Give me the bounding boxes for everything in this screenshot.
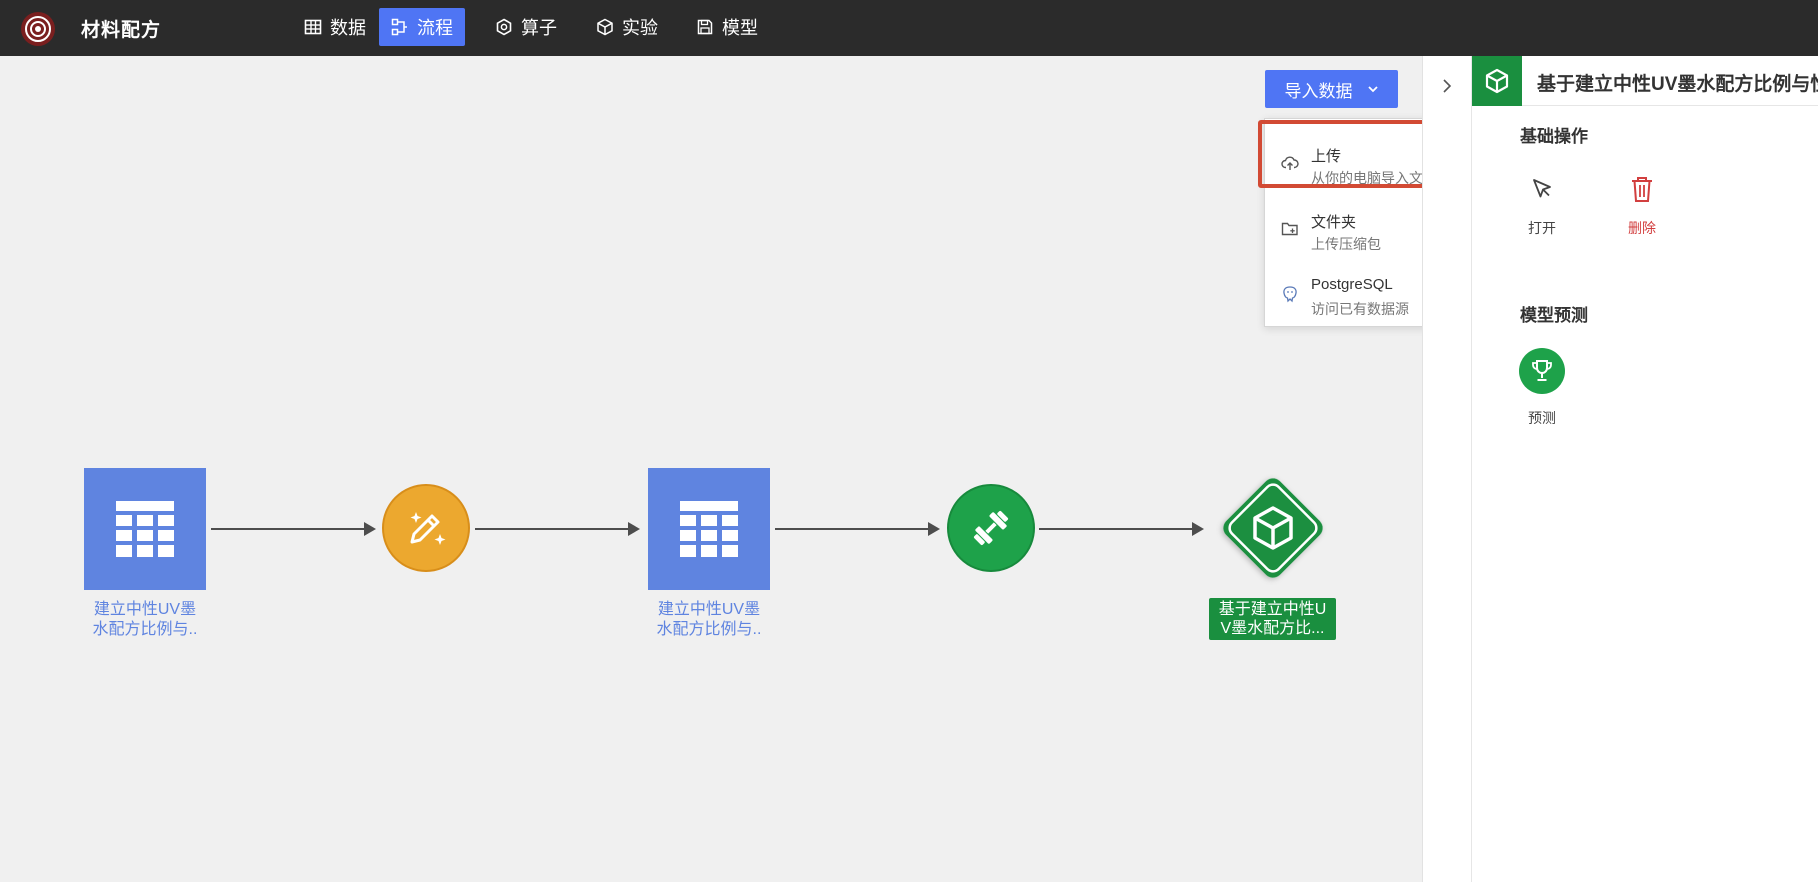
predict-button[interactable]: 预测 [1512, 348, 1572, 428]
open-button[interactable]: 打开 [1512, 174, 1572, 238]
flow-node-dataset-1[interactable] [84, 468, 206, 590]
dumbbell-icon [973, 510, 1009, 546]
flow-icon [391, 18, 407, 36]
open-label: 打开 [1528, 220, 1556, 236]
nav-item-label: 数据 [330, 18, 366, 38]
nav-item-experiment[interactable]: 实验 [584, 8, 670, 46]
panel-collapse-rail [1422, 56, 1472, 882]
menu-item-sublabel: 上传压缩包 [1311, 236, 1381, 252]
nav-item-label: 模型 [722, 18, 758, 38]
panel-title: 基于建立中性UV墨水配方比例与性 [1537, 74, 1818, 95]
nav-item-operator[interactable]: 算子 [483, 8, 569, 46]
trash-icon [1632, 177, 1652, 202]
section-title-basic: 基础操作 [1520, 127, 1588, 146]
menu-item-label: PostgreSQL [1311, 276, 1393, 293]
flow-edge [1039, 522, 1204, 536]
nav-item-model[interactable]: 模型 [684, 8, 770, 46]
nav-item-flow[interactable]: 流程 [379, 8, 465, 46]
cube-icon [597, 18, 613, 36]
cursor-icon [1533, 179, 1551, 198]
menu-item-sublabel: 访问已有数据源 [1311, 301, 1409, 317]
delete-button[interactable]: 删除 [1612, 174, 1672, 238]
nav-item-data[interactable]: 数据 [292, 8, 378, 46]
postgresql-icon [1283, 286, 1297, 303]
flow-node-model[interactable] [1213, 468, 1333, 588]
model-cube-icon [1472, 56, 1522, 106]
app-logo-icon[interactable] [20, 11, 56, 47]
flow-node-label: 建立中性UV墨 水配方比例与.. [656, 601, 762, 638]
app-title: 材料配方 [81, 20, 162, 41]
nav-item-label: 算子 [521, 18, 557, 38]
trophy-icon [1519, 348, 1565, 394]
chevron-down-icon [1367, 86, 1378, 93]
menu-item-label: 上传 [1311, 148, 1342, 165]
table-icon [116, 501, 174, 557]
predict-label: 预测 [1528, 410, 1556, 426]
flow-node-label-selected: 基于建立中性U V墨水配方比... [1209, 598, 1336, 640]
node-detail-panel: 基于建立中性UV墨水配方比例与性 基础操作 打开 删除 模型预测 预测 [1472, 56, 1818, 882]
import-data-label: 导入数据 [1284, 81, 1353, 101]
table-icon [304, 19, 322, 35]
cloud-upload-icon [1281, 156, 1299, 170]
flow-node-label: 建立中性UV墨 水配方比例与.. [92, 601, 198, 638]
magic-pen-icon [410, 512, 446, 545]
chevron-right-icon[interactable] [1439, 78, 1455, 94]
panel-header: 基于建立中性UV墨水配方比例与性 [1472, 56, 1818, 106]
import-data-button[interactable]: 导入数据 [1265, 70, 1398, 108]
nav-item-label: 流程 [417, 18, 453, 38]
section-title-predict: 模型预测 [1520, 306, 1588, 325]
flow-node-operator[interactable] [382, 484, 470, 572]
menu-item-label: 文件夹 [1311, 214, 1357, 231]
flow-node-training[interactable] [947, 484, 1035, 572]
table-icon [680, 501, 738, 557]
folder-plus-icon [1281, 222, 1298, 236]
menu-item-sublabel: 从你的电脑导入文件 [1311, 170, 1437, 186]
nav-item-label: 实验 [622, 18, 658, 38]
save-icon [697, 19, 713, 35]
delete-label: 删除 [1628, 220, 1656, 236]
flow-edge [211, 522, 376, 536]
top-bar: 材料配方 数据 流程 算子 实验 模型 [0, 0, 1818, 56]
flow-edge [775, 522, 940, 536]
flow-node-dataset-2[interactable] [648, 468, 770, 590]
operator-icon [496, 18, 512, 36]
flow-edge [475, 522, 640, 536]
